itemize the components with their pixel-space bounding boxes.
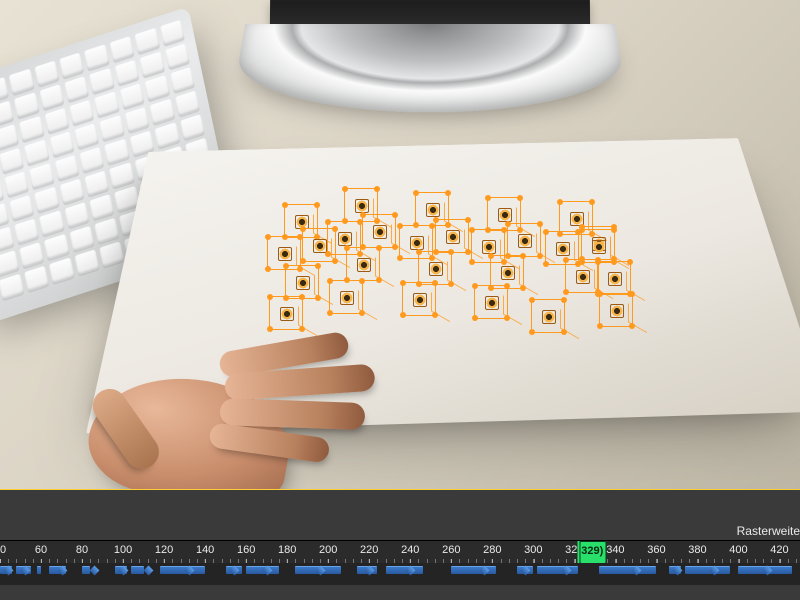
ruler-tick: 420 (770, 541, 788, 565)
keyframe-block[interactable] (37, 566, 41, 574)
paper-sheet (86, 138, 800, 433)
monitor-stand (231, 24, 630, 112)
timeline[interactable]: 40 60 80 100 120 140 160 180 200 220 240 260 280 300 3… (0, 540, 800, 585)
keyframe-block[interactable] (131, 566, 143, 574)
keyframe-block[interactable] (537, 566, 578, 574)
ruler-tick: 40 (0, 541, 6, 565)
ruler-tick: 380 (688, 541, 706, 565)
timeline-panel: Rasterweite 40 60 80 100 120 140 160 180 200 220 2… (0, 489, 800, 600)
tracker-marker[interactable] (507, 223, 541, 257)
tracker-marker[interactable] (599, 293, 633, 327)
monitor-bezel (270, 0, 590, 26)
ruler-tick: 360 (647, 541, 665, 565)
tracker-marker[interactable] (531, 299, 565, 333)
tracker-marker[interactable] (402, 282, 436, 316)
timeline-ruler[interactable]: 40 60 80 100 120 140 160 180 200 220 240 260 280 300 3… (0, 541, 800, 563)
ruler-tick: 280 (483, 541, 501, 565)
keyframe-block[interactable] (685, 566, 730, 574)
ruler-tick: 340 (606, 541, 624, 565)
playhead[interactable]: 329) (579, 541, 606, 564)
ruler-tick: 260 (442, 541, 460, 565)
tracker-marker[interactable] (269, 296, 303, 330)
keyframe-diamond[interactable] (90, 566, 100, 576)
preview-viewport[interactable] (0, 0, 800, 489)
tracker-marker[interactable] (435, 219, 469, 253)
tracker-marker[interactable] (329, 280, 363, 314)
tracker-marker[interactable] (362, 214, 396, 248)
keyframe-block[interactable] (599, 566, 656, 574)
ruler-tick: 220 (360, 541, 378, 565)
grid-spacing-label: Rasterweite (737, 524, 800, 538)
tracker-marker[interactable] (474, 285, 508, 319)
tracker-marker[interactable] (346, 247, 380, 281)
ruler-tick: 120 (155, 541, 173, 565)
keyframe-diamond[interactable] (143, 566, 153, 576)
ruler-tick: 80 (76, 541, 88, 565)
keyframe-track[interactable] (0, 563, 800, 585)
ruler-tick: 140 (196, 541, 214, 565)
keyframe-block[interactable] (160, 566, 205, 574)
ruler-tick: 60 (35, 541, 47, 565)
ruler-tick: 100 (114, 541, 132, 565)
ruler-tick: 400 (729, 541, 747, 565)
ruler-tick: 160 (237, 541, 255, 565)
ruler-tick: 200 (319, 541, 337, 565)
tracker-marker[interactable] (581, 229, 615, 263)
ruler-tick: 300 (524, 541, 542, 565)
ruler-tick: 240 (401, 541, 419, 565)
panel-spacer: Rasterweite (0, 490, 800, 540)
ruler-tick: 180 (278, 541, 296, 565)
